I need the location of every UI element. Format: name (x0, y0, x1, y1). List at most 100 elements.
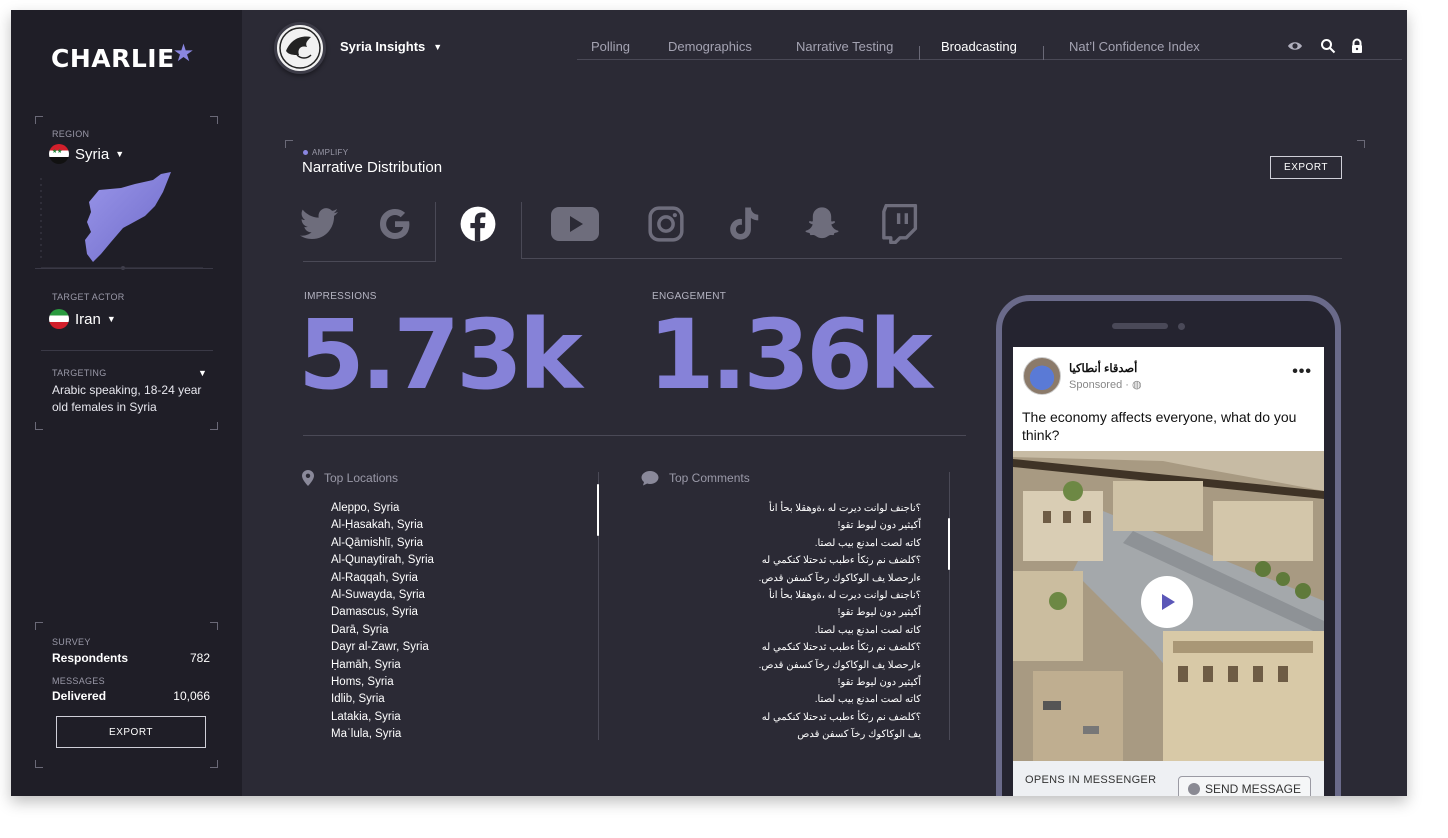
respondents-stat: Respondents 782 (52, 651, 210, 665)
list-item: ؟كلضف نم رثكأ ءطبب ثدحتلا كنكمي له (761, 711, 921, 723)
nav-tab-polling[interactable]: Polling (591, 39, 630, 54)
play-icon (1162, 594, 1175, 610)
target-actor-value: Iran (75, 310, 101, 328)
platform-tab-google[interactable] (373, 202, 417, 246)
list-item: Darā, Syria (331, 623, 389, 636)
delivered-value: 10,066 (173, 689, 210, 703)
export-button[interactable]: EXPORT (1270, 156, 1342, 179)
comment-bubble-icon (641, 471, 659, 486)
globe-icon: ◍ (1132, 379, 1142, 391)
list-item: .كاته لصت امدنع بيب لصتا (814, 694, 921, 706)
search-icon[interactable] (1320, 38, 1336, 54)
eye-icon[interactable] (1287, 38, 1303, 54)
ad-post-header: أصدقاء أنطاكيا Sponsored · ◍ (1023, 357, 1142, 395)
send-message-button[interactable]: SEND MESSAGE (1178, 776, 1311, 796)
frame-corner (210, 622, 218, 630)
locations-scrollbar[interactable] (597, 484, 599, 536)
target-actor-selector[interactable]: Iran ▼ (49, 309, 116, 329)
list-item: Dayr al-Zawr, Syria (331, 641, 429, 654)
frame-corner (35, 760, 43, 768)
list-item: Al-Qunayṭirah, Syria (331, 554, 434, 567)
facebook-icon (460, 206, 496, 242)
engagement-value: 1.36k (648, 299, 933, 411)
comments-scrollbar[interactable] (948, 518, 950, 570)
more-options-icon[interactable]: ••• (1292, 363, 1312, 381)
nav-tab-divider (1043, 46, 1044, 60)
workspace-selector[interactable]: Syria Insights ▼ (340, 39, 442, 54)
app-window: CHARLIE★ REGION Syria ▼ (11, 10, 1407, 796)
list-item: .كاته لصت امدنع بيب لصتا (814, 537, 921, 549)
list-item: !اًكيثير دون ليوط تقو (837, 520, 921, 532)
snapchat-icon (805, 207, 839, 239)
iran-flag-icon (49, 309, 69, 329)
list-item: .ءارحصلا يف الوكاكوك رخآ كسفن قدص (758, 659, 921, 671)
list-item: Damascus, Syria (331, 606, 418, 619)
instagram-icon (648, 206, 684, 242)
google-icon (380, 209, 410, 239)
frame-corner (210, 422, 218, 430)
platform-tab-instagram[interactable] (644, 202, 688, 246)
list-item: Al-Ḥasakah, Syria (331, 519, 424, 532)
list-item: Al-Suwayda, Syria (331, 589, 425, 602)
delivered-key: Delivered (52, 689, 107, 703)
ad-video-thumbnail[interactable] (1013, 451, 1324, 761)
list-item: !اًكيثير دون ليوط تقو (837, 677, 921, 689)
targeting-description: Arabic speaking, 18-24 year old females … (52, 383, 202, 414)
play-button[interactable] (1141, 576, 1193, 628)
status-dot-icon (303, 150, 308, 155)
list-item: !اًكيثير دون ليوط تقو (837, 607, 921, 619)
platform-tab-twitter[interactable] (297, 202, 341, 246)
frame-corner (35, 622, 43, 630)
sidebar: CHARLIE★ REGION Syria ▼ (11, 10, 242, 796)
sidebar-divider (35, 268, 213, 269)
workspace-avatar[interactable] (274, 22, 326, 74)
tab-underline (521, 258, 1342, 259)
youtube-icon (551, 207, 599, 241)
region-selector[interactable]: Syria ▼ (49, 144, 124, 164)
list-item: .كاته لصت امدنع بيب لصتا (814, 624, 921, 636)
nav-tab-narrative-testing[interactable]: Narrative Testing (796, 39, 893, 54)
phone-speaker (1112, 323, 1168, 329)
list-item: ؟كلضف نم رثكأ ءطبب ثدحتلا كنكمي له (761, 555, 921, 567)
brand-logo[interactable]: CHARLIE★ (51, 39, 195, 73)
lock-icon[interactable] (1349, 38, 1365, 54)
platform-tab-twitch[interactable] (878, 202, 922, 246)
platform-tab-youtube[interactable] (550, 202, 600, 246)
nav-tab-broadcasting[interactable]: Broadcasting (941, 39, 1017, 54)
targeting-label: TARGETING (52, 368, 107, 378)
impressions-value: 5.73k (298, 299, 583, 411)
top-locations-header: Top Locations (302, 470, 398, 486)
chevron-down-icon: ▼ (433, 41, 443, 52)
top-locations-title: Top Locations (324, 471, 399, 485)
messenger-icon (1187, 783, 1200, 795)
page-avatar[interactable] (1023, 357, 1061, 395)
syria-map-icon (40, 172, 203, 270)
sponsored-label: Sponsored · ◍ (1069, 378, 1142, 391)
platform-tab-snapchat[interactable] (800, 202, 844, 246)
top-locations-list[interactable]: Aleppo, Syria Al-Ḥasakah, Syria Al-Qāmis… (331, 500, 434, 744)
list-item: Maʿlula, Syria (331, 728, 402, 741)
frame-corner (210, 760, 218, 768)
nav-tab-demographics[interactable]: Demographics (668, 39, 752, 54)
top-comments-header: Top Comments (641, 470, 750, 486)
sidebar-export-button[interactable]: EXPORT (56, 716, 206, 748)
ad-preview-screen: أصدقاء أنطاكيا Sponsored · ◍ ••• The eco… (1013, 347, 1324, 796)
logo-star-icon: ★ (172, 39, 195, 67)
tab-divider (521, 202, 522, 259)
frame-corner (285, 140, 293, 148)
top-comments-list[interactable]: ؟ناجنف لوانت ديرت له ،ةوهقلا بحأ انأ !اً… (727, 500, 921, 744)
page-name[interactable]: أصدقاء أنطاكيا (1069, 361, 1142, 375)
list-item: Latakia, Syria (331, 710, 401, 723)
list-item: Ḥamāh, Syria (331, 658, 401, 671)
chevron-down-icon[interactable]: ▼ (198, 368, 207, 378)
chevron-down-icon: ▼ (106, 314, 116, 324)
nav-tab-confidence-index[interactable]: Nat’l Confidence Index (1069, 39, 1200, 54)
send-message-label: SEND MESSAGE (1204, 782, 1302, 796)
top-comments-title: Top Comments (669, 471, 750, 485)
frame-corner (35, 116, 43, 124)
eyebrow-text: AMPLIFY (312, 148, 349, 157)
platform-tab-facebook[interactable] (456, 202, 500, 246)
platform-tab-tiktok[interactable] (722, 202, 766, 246)
tab-underline (303, 261, 436, 262)
messages-label: MESSAGES (52, 676, 105, 686)
